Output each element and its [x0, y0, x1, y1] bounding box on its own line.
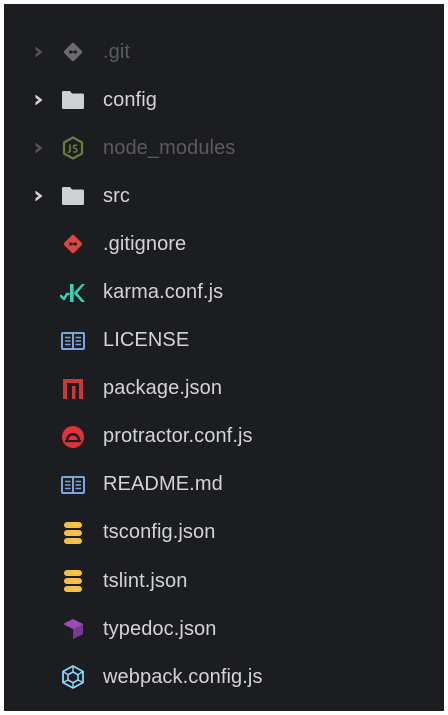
tree-item-label: tslint.json	[103, 569, 188, 592]
git-icon	[60, 231, 86, 257]
tree-item-label: karma.conf.js	[103, 281, 224, 304]
tree-item-karma-conf-file[interactable]: karma.conf.js	[4, 268, 444, 316]
tree-item-protractor-conf-file[interactable]: protractor.conf.js	[4, 413, 444, 461]
tree-item-package-json-file[interactable]: package.json	[4, 365, 444, 413]
npm-icon	[60, 376, 86, 402]
database-icon	[60, 568, 86, 594]
tree-item-git-folder[interactable]: .git	[4, 28, 444, 76]
book-icon	[60, 328, 86, 354]
tree-item-label: .gitignore	[103, 232, 187, 255]
folder-icon	[60, 183, 86, 209]
chevron-right-icon[interactable]	[32, 46, 46, 58]
file-explorer: .git config node_modules src .gitignore …	[4, 4, 444, 711]
webpack-icon	[60, 664, 86, 690]
tree-item-label: typedoc.json	[103, 617, 217, 640]
tree-item-gitignore-file[interactable]: .gitignore	[4, 220, 444, 268]
tree-item-label: package.json	[103, 377, 223, 400]
tree-item-label: src	[103, 184, 130, 207]
book-icon	[60, 472, 86, 498]
tree-item-webpack-config-file[interactable]: webpack.config.js	[4, 653, 444, 701]
tree-item-label: node_modules	[103, 136, 236, 159]
karma-icon	[60, 280, 86, 306]
typedoc-icon	[60, 616, 86, 642]
tree-item-label: tsconfig.json	[103, 521, 216, 544]
tree-item-node-modules-folder[interactable]: node_modules	[4, 124, 444, 172]
protractor-icon	[60, 424, 86, 450]
tree-item-tsconfig-file[interactable]: tsconfig.json	[4, 509, 444, 557]
tree-item-license-file[interactable]: LICENSE	[4, 317, 444, 365]
tree-item-label: .git	[103, 40, 131, 63]
tree-item-src-folder[interactable]: src	[4, 172, 444, 220]
database-icon	[60, 520, 86, 546]
nodejs-icon	[60, 135, 86, 161]
tree-item-label: webpack.config.js	[103, 665, 263, 688]
tree-item-label: config	[103, 88, 157, 111]
chevron-right-icon[interactable]	[32, 190, 46, 202]
tree-item-label: README.md	[103, 473, 223, 496]
chevron-right-icon[interactable]	[32, 94, 46, 106]
chevron-right-icon[interactable]	[32, 142, 46, 154]
tree-item-config-folder[interactable]: config	[4, 76, 444, 124]
folder-icon	[60, 87, 86, 113]
tree-item-label: protractor.conf.js	[103, 425, 253, 448]
git-icon	[60, 39, 86, 65]
tree-item-typedoc-file[interactable]: typedoc.json	[4, 605, 444, 653]
tree-item-tslint-file[interactable]: tslint.json	[4, 557, 444, 605]
tree-item-label: LICENSE	[103, 329, 190, 352]
tree-item-readme-file[interactable]: README.md	[4, 461, 444, 509]
